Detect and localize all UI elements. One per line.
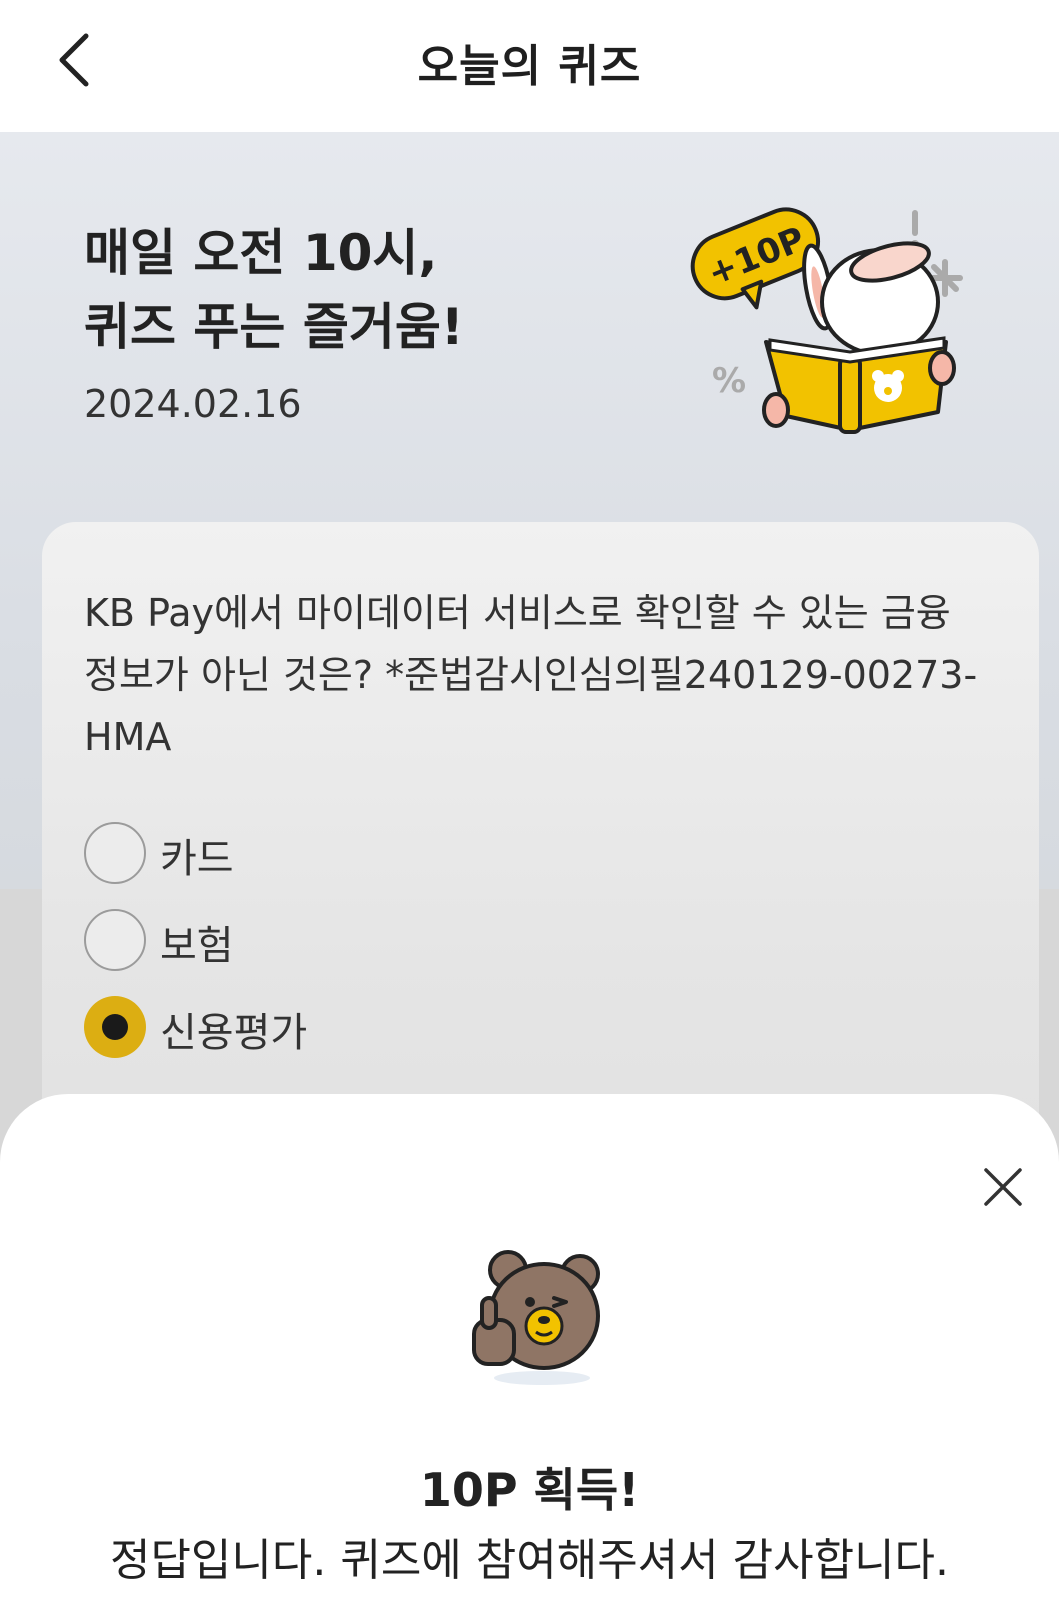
hero-title-line1: 매일 오전 10시, <box>84 224 438 282</box>
reward-message: 정답입니다. 퀴즈에 참여해주셔서 감사합니다. <box>109 1535 950 1586</box>
close-button[interactable] <box>980 1164 1026 1210</box>
quiz-option-credit-rating[interactable]: 신용평가 <box>84 996 684 1060</box>
close-icon <box>984 1168 1022 1206</box>
radio-button-selected[interactable] <box>84 996 146 1058</box>
quiz-option-insurance[interactable]: 보험 <box>84 909 684 973</box>
bear-thumbs-up-icon <box>472 1250 600 1385</box>
option-label: 보험 <box>160 923 234 969</box>
hero-title: 매일 오전 10시, 퀴즈 푸는 즐거움! <box>84 216 464 364</box>
quiz-option-card[interactable]: 카드 <box>84 822 684 886</box>
app-header: 오늘의 퀴즈 <box>0 0 1059 132</box>
quiz-question: KB Pay에서 마이데이터 서비스로 확인할 수 있는 금융 정보가 아닌 것… <box>84 591 978 759</box>
reward-title: 10P 획득! <box>419 1463 640 1517</box>
radio-button[interactable] <box>84 822 146 884</box>
rabbit-reading-book-illustration: +10P % <box>690 207 963 434</box>
option-label: 카드 <box>160 836 234 882</box>
option-label: 신용평가 <box>160 1010 308 1056</box>
quiz-date: 2024.02.16 <box>84 382 302 426</box>
radio-button[interactable] <box>84 909 146 971</box>
radio-dot <box>102 1014 128 1040</box>
svg-text:%: % <box>712 361 746 401</box>
hero-title-line2: 퀴즈 푸는 즐거움! <box>84 298 464 356</box>
result-bottom-sheet: 10P 획득! 정답입니다. 퀴즈에 참여해주셔서 감사합니다. <box>0 1094 1059 1624</box>
page-title: 오늘의 퀴즈 <box>417 41 642 92</box>
